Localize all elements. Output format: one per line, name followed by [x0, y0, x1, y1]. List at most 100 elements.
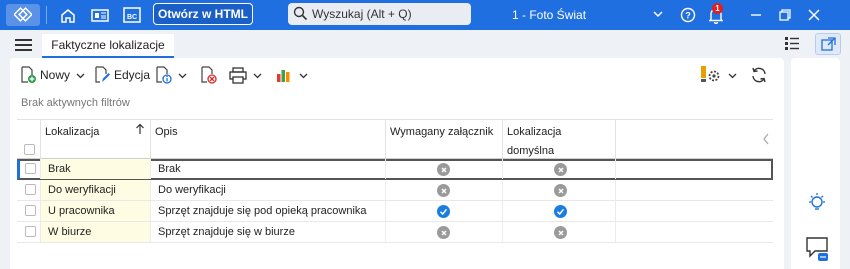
header-opis-label: Opis	[155, 126, 178, 138]
row-checkbox[interactable]	[25, 226, 36, 237]
checked-icon	[554, 205, 567, 218]
chevron-down-icon	[299, 73, 308, 78]
cell-opis[interactable]: Sprzęt znajduje się pod opieką pracownik…	[151, 201, 386, 221]
edit-document-icon	[95, 66, 110, 83]
help-icon[interactable]: ?	[677, 5, 699, 25]
bc-icon[interactable]: BC	[121, 5, 143, 25]
tab-row: Faktyczne lokalizacje	[0, 30, 850, 58]
header-domyslna-line1: Lokalizacja	[507, 126, 562, 138]
select-all-checkbox[interactable]	[24, 144, 35, 155]
new-button-label: Nowy	[40, 68, 71, 82]
delete-button[interactable]	[200, 64, 217, 86]
chevron-down-icon	[728, 73, 737, 78]
cell-lokalizacja[interactable]: U pracownika	[41, 201, 151, 221]
home-icon[interactable]	[57, 5, 79, 25]
header-wymagany-label: Wymagany załącznik	[390, 126, 494, 138]
new-button[interactable]: Nowy	[20, 64, 85, 86]
cell-empty	[616, 180, 773, 200]
cell-wymagany-zalacznik	[386, 201, 503, 221]
cell-lokalizacja[interactable]: Do weryfikacji	[41, 180, 151, 200]
row-checkbox[interactable]	[25, 163, 36, 174]
cell-lokalizacja[interactable]: Brak	[41, 159, 151, 179]
cell-opis[interactable]: Sprzęt znajduje się w biurze	[151, 222, 386, 242]
close-icon[interactable]	[803, 5, 825, 25]
settings-button[interactable]	[700, 64, 737, 86]
checked-icon	[437, 205, 450, 218]
sort-ascending-icon[interactable]	[135, 120, 151, 159]
bc-icon-label: BC	[127, 14, 137, 21]
print-button[interactable]	[229, 64, 262, 86]
open-external-icon[interactable]	[815, 33, 841, 55]
lightbulb-icon[interactable]	[806, 192, 828, 217]
svg-text:?: ?	[685, 11, 691, 21]
cell-empty	[616, 222, 773, 242]
bar-chart-icon	[277, 70, 290, 82]
info-document-icon	[156, 66, 172, 84]
table-row[interactable]: W biurze Sprzęt znajduje się w biurze	[17, 222, 773, 243]
header-empty	[616, 120, 773, 159]
table-body: Brak Brak Do weryfikacji Do weryfikacji U pr…	[17, 159, 773, 243]
table-header: Lokalizacja Opis Wymagany załącznik Loka…	[17, 119, 773, 159]
search-box[interactable]: Wyszukaj (Alt + Q)	[288, 3, 471, 25]
new-document-icon	[21, 66, 36, 83]
chevron-left-icon[interactable]	[762, 133, 770, 148]
unchecked-icon	[437, 163, 450, 176]
chat-icon[interactable]	[805, 236, 829, 265]
notification-badge: 1	[712, 3, 723, 14]
printer-icon	[229, 66, 247, 84]
company-name[interactable]: 1 - Foto Świat	[512, 8, 586, 22]
chevron-down-icon[interactable]	[652, 8, 664, 23]
config-icon	[701, 66, 720, 82]
edit-button[interactable]: Edycja	[94, 64, 150, 86]
unchecked-icon	[554, 163, 567, 176]
cell-opis[interactable]: Brak	[151, 159, 386, 179]
table-row[interactable]: U pracownika Sprzęt znajduje się pod opie…	[17, 201, 773, 222]
chevron-down-icon	[178, 73, 187, 78]
unchecked-icon	[554, 184, 567, 197]
header-lokalizacja-domyslna[interactable]: Lokalizacja domyślna	[503, 120, 616, 159]
table-row[interactable]: Do weryfikacji Do weryfikacji	[17, 180, 773, 201]
row-checkbox[interactable]	[25, 205, 36, 216]
chevron-down-icon	[253, 73, 262, 78]
refresh-icon	[752, 67, 766, 83]
document-icon[interactable]	[89, 5, 111, 25]
app-icon[interactable]	[6, 4, 40, 26]
table-row[interactable]: Brak Brak	[17, 159, 773, 180]
data-grid: Lokalizacja Opis Wymagany załącznik Loka…	[17, 119, 773, 243]
tab-faktyczne-lokalizacje[interactable]: Faktyczne lokalizacje	[42, 34, 174, 58]
refresh-button[interactable]	[750, 64, 768, 86]
cell-lokalizacja-domyslna	[503, 222, 616, 242]
toolbar: Nowy Edycja	[10, 64, 784, 86]
cell-lokalizacja[interactable]: W biurze	[41, 222, 151, 242]
chevron-down-icon	[76, 73, 85, 78]
row-checkbox-cell	[17, 180, 41, 200]
cell-wymagany-zalacznik	[386, 180, 503, 200]
open-in-html-button[interactable]: Otwórz w HTML	[153, 3, 253, 25]
list-view-icon[interactable]	[784, 35, 800, 54]
restore-icon[interactable]	[774, 5, 796, 25]
unchecked-icon	[437, 226, 450, 239]
header-checkbox-cell	[17, 120, 41, 159]
row-checkbox-cell	[17, 201, 41, 221]
row-checkbox[interactable]	[25, 184, 36, 195]
cell-empty	[616, 159, 773, 179]
chart-button[interactable]	[276, 64, 308, 86]
side-panel	[791, 58, 840, 269]
unchecked-icon	[554, 226, 567, 239]
cell-empty	[616, 201, 773, 221]
header-opis[interactable]: Opis	[151, 120, 386, 159]
cell-opis[interactable]: Do weryfikacji	[151, 180, 386, 200]
cell-wymagany-zalacznik	[386, 222, 503, 242]
minimize-icon[interactable]	[745, 5, 767, 25]
filter-status: Brak aktywnych filtrów	[21, 97, 130, 109]
header-wymagany-zalacznik[interactable]: Wymagany załącznik	[386, 120, 503, 159]
edit-button-label: Edycja	[114, 68, 151, 82]
info-button[interactable]	[155, 64, 187, 86]
delete-document-icon	[201, 66, 217, 84]
menu-icon[interactable]	[15, 39, 32, 51]
header-lokalizacja-label: Lokalizacja	[45, 126, 100, 138]
divider	[46, 6, 47, 24]
top-bar: BC Otwórz w HTML Wyszukaj (Alt + Q) 1 - …	[0, 0, 850, 30]
cell-lokalizacja-domyslna	[503, 201, 616, 221]
cell-lokalizacja-domyslna	[503, 180, 616, 200]
